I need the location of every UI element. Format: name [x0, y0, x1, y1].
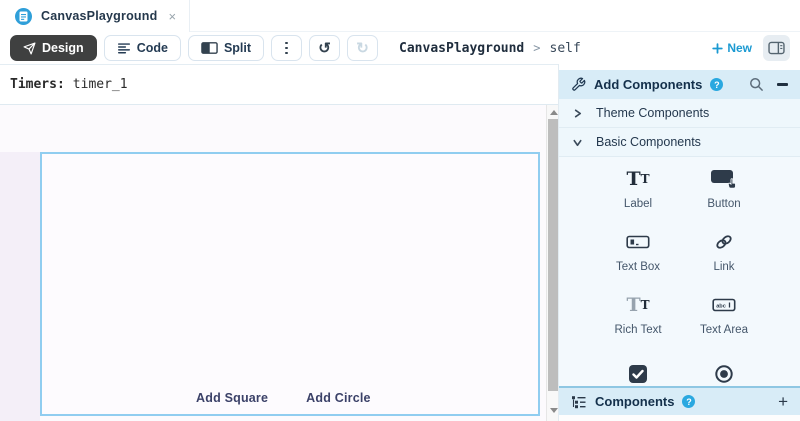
tree-list-icon [571, 395, 587, 409]
code-button-label: Code [137, 41, 168, 55]
component-item-link[interactable]: Link [681, 220, 767, 283]
components-tree-title: Components [595, 394, 674, 409]
chevron-down-icon [572, 137, 583, 148]
sidebar-layout-icon [768, 41, 785, 55]
components-tree-header[interactable]: Components ? + [559, 386, 800, 415]
component-label: Link [713, 261, 734, 273]
undo-button[interactable]: ↺ [309, 35, 340, 61]
canvas-gutter [0, 152, 40, 421]
button-click-icon [711, 167, 737, 191]
breadcrumb-app[interactable]: CanvasPlayground [399, 41, 524, 56]
component-label: Button [707, 198, 740, 210]
components-grid: TT Label Button Text Box [559, 157, 800, 386]
vertical-scrollbar[interactable] [546, 105, 558, 421]
scroll-up-icon[interactable] [550, 110, 558, 115]
add-components-header[interactable]: Add Components ? [559, 70, 800, 99]
scroll-down-icon[interactable] [550, 408, 558, 413]
component-item-text-box[interactable]: Text Box [595, 220, 681, 283]
canvas-links-row: Add Square Add Circle [196, 391, 371, 405]
sparkle-plus-icon [712, 43, 723, 54]
component-label: Label [624, 198, 652, 210]
link-icon [712, 230, 736, 254]
breadcrumb: CanvasPlayground > self [399, 41, 581, 56]
component-label: Text Box [616, 261, 660, 273]
more-options-button[interactable] [271, 35, 302, 61]
component-item-label[interactable]: TT Label [595, 157, 681, 220]
timers-label: Timers: [10, 77, 65, 92]
new-button[interactable]: New [712, 41, 752, 55]
split-button[interactable]: Split [188, 35, 264, 61]
kebab-menu-icon [285, 42, 288, 55]
radio-icon [714, 362, 734, 386]
section-theme-label: Theme Components [596, 106, 709, 120]
scrollbar-thumb[interactable] [548, 119, 558, 391]
help-badge[interactable]: ? [710, 78, 723, 91]
code-button[interactable]: Code [104, 35, 181, 61]
redo-icon: ↻ [356, 41, 369, 56]
tab-close-icon[interactable]: × [168, 9, 176, 24]
component-item-button[interactable]: Button [681, 157, 767, 220]
svg-text:abc: abc [716, 303, 726, 309]
breadcrumb-separator: > [533, 41, 540, 55]
sidebar-bottom-strip [559, 415, 800, 421]
form-file-icon [15, 8, 32, 25]
collapse-icon[interactable] [777, 83, 788, 86]
help-badge[interactable]: ? [682, 395, 695, 408]
app-window: CanvasPlayground × Design Code Split [0, 0, 800, 421]
tab-title: CanvasPlayground [41, 9, 157, 23]
tab-canvasplayground[interactable]: CanvasPlayground × [0, 0, 190, 32]
component-item-check-box[interactable] [595, 346, 681, 386]
section-basic-components[interactable]: Basic Components [559, 128, 800, 157]
design-button[interactable]: Design [10, 35, 97, 61]
toolbar-right-group: New [712, 35, 790, 61]
checkbox-icon [628, 362, 648, 386]
tab-bar: CanvasPlayground × [0, 0, 800, 32]
search-icon[interactable] [749, 77, 764, 92]
send-icon [23, 42, 36, 55]
rich-text-icon: TT [626, 293, 649, 317]
add-component-plus-icon[interactable]: + [778, 393, 788, 410]
undo-icon: ↺ [318, 41, 331, 56]
component-item-text-area[interactable]: abc Text Area [681, 283, 767, 346]
text-box-icon [626, 230, 650, 254]
timers-bar: Timers: timer_1 [0, 65, 558, 105]
design-viewport: Add Square Add Circle [0, 105, 558, 421]
add-components-title: Add Components [594, 77, 702, 92]
component-item-radio-button[interactable] [681, 346, 767, 386]
component-label: Rich Text [614, 324, 661, 336]
text-area-icon: abc [712, 293, 736, 317]
section-basic-label: Basic Components [596, 135, 701, 149]
split-view-icon [201, 41, 218, 55]
add-components-panel: Add Components ? Theme Components Basic … [558, 64, 800, 421]
section-theme-components[interactable]: Theme Components [559, 99, 800, 128]
split-button-label: Split [224, 41, 251, 55]
new-button-label: New [727, 41, 752, 55]
code-lines-icon [117, 41, 131, 55]
timer-item[interactable]: timer_1 [73, 77, 128, 92]
component-label: Text Area [700, 324, 748, 336]
label-text-icon: TT [626, 167, 649, 191]
header-actions [749, 77, 788, 92]
chevron-right-icon [572, 108, 583, 119]
component-item-rich-text[interactable]: TT Rich Text [595, 283, 681, 346]
design-button-label: Design [42, 41, 84, 55]
add-square-link[interactable]: Add Square [196, 391, 268, 405]
add-circle-link[interactable]: Add Circle [306, 391, 371, 405]
panel-toggle-button[interactable] [763, 35, 790, 61]
wrench-icon [571, 77, 586, 92]
editor-toolbar: Design Code Split ↺ ↻ CanvasPlayground >… [0, 32, 800, 65]
breadcrumb-page[interactable]: self [550, 41, 581, 56]
canvas-component[interactable]: Add Square Add Circle [40, 152, 540, 416]
redo-button[interactable]: ↻ [347, 35, 378, 61]
